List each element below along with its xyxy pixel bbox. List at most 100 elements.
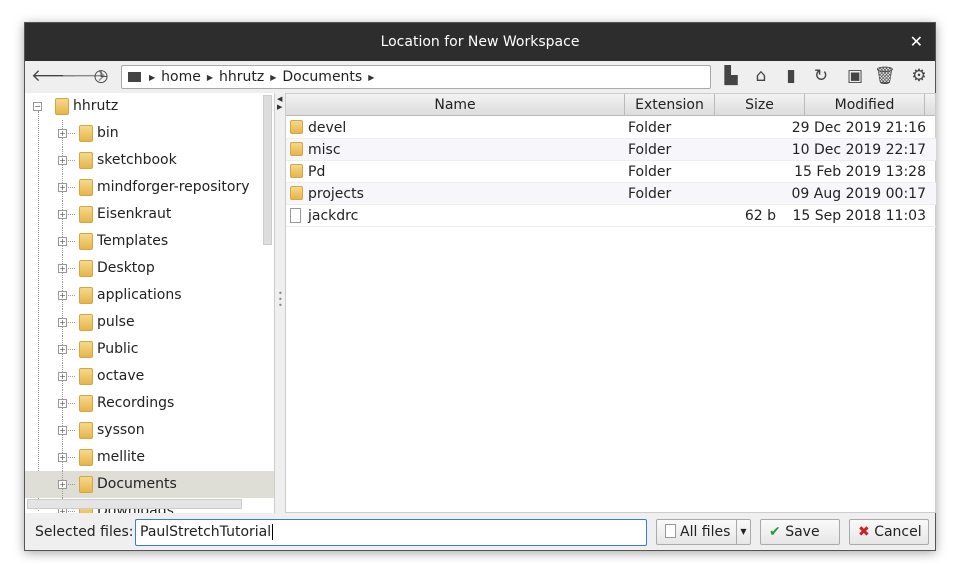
cross-icon: ✖ — [858, 524, 870, 540]
expand-icon[interactable]: + — [58, 264, 67, 273]
bottom-bar: Selected files: PaulStretchTutorial All … — [25, 513, 935, 551]
file-filter-select[interactable]: All files ▼ — [656, 519, 751, 545]
breadcrumb-home[interactable]: home — [161, 69, 201, 85]
forward-icon[interactable]: 🡒 — [61, 66, 107, 86]
tree-item-label: Documents — [97, 476, 177, 492]
dialog-window: Location for New Workspace ✕ 🡐 🡒 ◷ ▶ hom… — [24, 22, 936, 551]
new-folder-icon[interactable]: ▣ — [845, 66, 865, 86]
breadcrumb-documents[interactable]: Documents — [282, 69, 362, 85]
tree-item-label: Templates — [97, 233, 169, 249]
tree-item[interactable]: + bin — [25, 120, 274, 147]
selected-files-label: Selected files: — [35, 524, 134, 540]
tree-item[interactable]: + applications — [25, 282, 274, 309]
column-extension[interactable]: Extension — [625, 94, 715, 116]
dialog-title: Location for New Workspace — [380, 34, 580, 50]
tree-item-label: Desktop — [97, 260, 155, 276]
tree-item-label: bin — [97, 125, 119, 141]
splitter-handle[interactable]: ◀ ▶ • • • — [275, 93, 285, 513]
delete-icon[interactable]: 🗑 — [874, 66, 896, 86]
column-name[interactable]: Name — [286, 94, 625, 116]
folder-icon — [290, 120, 303, 134]
file-modified: 15 Sep 2018 11:03 — [792, 208, 926, 224]
tree-item[interactable]: + Eisenkraut — [25, 201, 274, 228]
settings-icon[interactable]: ⚙ — [909, 66, 929, 86]
tree-item-label: applications — [97, 287, 182, 303]
back-icon[interactable]: 🡐 — [31, 66, 77, 86]
home-icon[interactable]: ⌂ — [751, 66, 771, 86]
save-button[interactable]: ✔ Save — [760, 519, 840, 545]
tree-item[interactable]: + pulse — [25, 309, 274, 336]
expand-icon[interactable]: + — [58, 426, 67, 435]
folder-icon — [79, 395, 93, 412]
filename-input[interactable]: PaulStretchTutorial — [135, 519, 647, 546]
expand-icon[interactable]: + — [58, 345, 67, 354]
file-size: 62 b — [744, 208, 776, 224]
chevron-down-icon[interactable]: ▼ — [736, 520, 750, 544]
close-icon[interactable]: ✕ — [910, 23, 923, 61]
collapse-icon[interactable]: − — [33, 102, 42, 111]
file-filter-value: All files — [680, 524, 731, 540]
expand-icon[interactable]: + — [58, 291, 67, 300]
expand-icon[interactable]: + — [58, 129, 67, 138]
file-extension: Folder — [628, 164, 672, 180]
expand-icon[interactable]: + — [58, 453, 67, 462]
tree-item[interactable]: + octave — [25, 363, 274, 390]
expand-icon[interactable]: + — [58, 480, 67, 489]
breadcrumb-hhrutz[interactable]: hhrutz — [219, 69, 264, 85]
file-row[interactable]: Pd Folder 15 Feb 2019 13:28 — [286, 161, 936, 183]
folder-icon — [79, 152, 93, 169]
title-bar: Location for New Workspace ✕ — [25, 23, 935, 61]
tree-item[interactable]: + mellite — [25, 444, 274, 471]
save-label: Save — [785, 524, 820, 540]
tree-horizontal-scrollbar[interactable] — [27, 499, 242, 509]
expand-icon[interactable]: + — [58, 156, 67, 165]
tree-item[interactable]: + Documents — [25, 471, 274, 498]
folder-icon — [79, 341, 93, 358]
collapse-left-icon[interactable]: ◀ ▶ — [277, 95, 282, 111]
tree-item[interactable]: + sketchbook — [25, 147, 274, 174]
expand-icon[interactable]: + — [58, 318, 67, 327]
history-icon[interactable]: ◷ — [91, 66, 111, 86]
expand-icon[interactable]: + — [58, 237, 67, 246]
expand-icon[interactable]: + — [58, 183, 67, 192]
parent-folder-icon[interactable]: ▙ — [721, 66, 741, 86]
expand-icon[interactable]: + — [58, 399, 67, 408]
tree-item[interactable]: + Desktop — [25, 255, 274, 282]
folder-icon — [79, 314, 93, 331]
file-name: misc — [308, 142, 341, 158]
tree-item-label: Recordings — [97, 395, 175, 411]
bookmarks-icon[interactable]: ▮ — [781, 66, 801, 86]
tree-item-root[interactable]: − hhrutz — [25, 93, 274, 120]
tree-item-label: octave — [97, 368, 145, 384]
file-list: Name Extension Size Modified devel Folder… — [285, 93, 936, 513]
file-modified: 10 Dec 2019 22:17 — [791, 142, 926, 158]
column-size[interactable]: Size — [715, 94, 805, 116]
refresh-icon[interactable]: ↻ — [811, 66, 831, 86]
tree-item-label: sysson — [97, 422, 145, 438]
tree-item-label: Eisenkraut — [97, 206, 172, 222]
folder-icon — [79, 422, 93, 439]
tree-item[interactable]: + Public — [25, 336, 274, 363]
arrow-icon: ▶ — [206, 72, 214, 82]
tree-item[interactable]: + Templates — [25, 228, 274, 255]
tree-item[interactable]: + Recordings — [25, 390, 274, 417]
file-extension: Folder — [628, 186, 672, 202]
file-row[interactable]: jackdrc 62 b 15 Sep 2018 11:03 — [286, 205, 936, 227]
folder-icon — [290, 142, 303, 156]
column-modified[interactable]: Modified — [805, 94, 925, 116]
column-header: Name Extension Size Modified — [286, 94, 935, 116]
tree-item[interactable]: + mindforger-repository — [25, 174, 274, 201]
tree-item[interactable]: + sysson — [25, 417, 274, 444]
tree-vertical-scrollbar[interactable] — [263, 95, 272, 245]
computer-icon[interactable] — [128, 72, 141, 82]
file-row[interactable]: projects Folder 09 Aug 2019 00:17 — [286, 183, 936, 205]
file-row[interactable]: misc Folder 10 Dec 2019 22:17 — [286, 139, 936, 161]
expand-icon[interactable]: + — [58, 210, 67, 219]
file-row[interactable]: devel Folder 29 Dec 2019 21:16 — [286, 117, 936, 139]
file-icon — [290, 208, 301, 223]
file-extension: Folder — [628, 120, 672, 136]
cancel-button[interactable]: ✖ Cancel — [849, 519, 929, 545]
breadcrumb[interactable]: ▶ home ▶ hhrutz ▶ Documents ▶ — [121, 65, 711, 89]
folder-icon — [290, 186, 303, 200]
expand-icon[interactable]: + — [58, 372, 67, 381]
